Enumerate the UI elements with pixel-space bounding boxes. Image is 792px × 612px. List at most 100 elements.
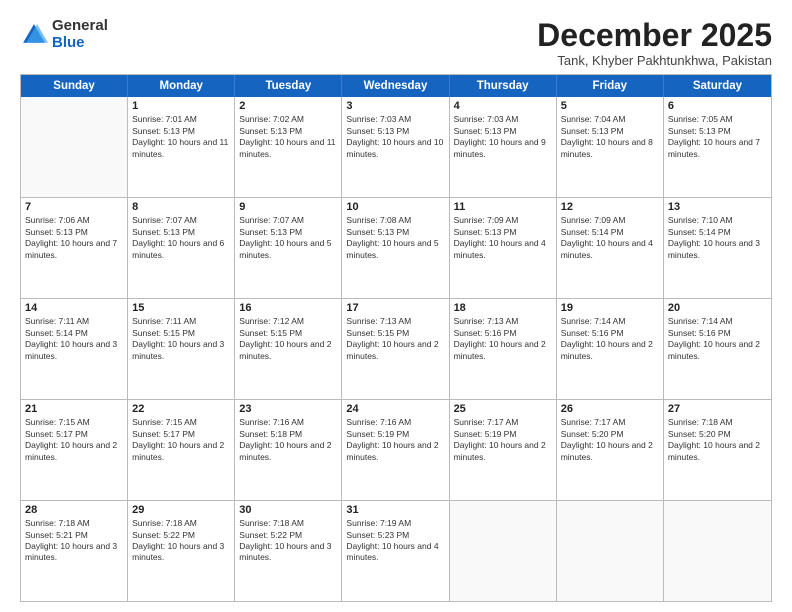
cell-w5-d2: 30Sunrise: 7:18 AMSunset: 5:22 PMDayligh… [235,501,342,601]
cell-w4-d3: 24 Sunrise: 7:16 AMSunset: 5:19 PMDayligh… [342,400,449,500]
sunrise-text: Sunrise: 7:13 AM [346,316,444,327]
sunset-text: Sunset: 5:22 PM [239,530,337,541]
sunset-text: Sunset: 5:13 PM [454,227,552,238]
logo-blue: Blue [52,34,85,51]
day-number: 21 [25,403,123,415]
day-number: 20 [668,302,767,314]
daylight-text: Daylight: 10 hours and 5 minutes. [239,238,337,261]
sunrise-text: Sunrise: 7:15 AM [25,417,123,428]
header-wednesday: Wednesday [342,75,449,97]
daylight-text: Daylight: 10 hours and 2 minutes. [561,440,659,463]
day-number: 22 [132,403,230,415]
daylight-text: Daylight: 10 hours and 4 minutes. [346,541,444,564]
cell-w5-d6 [664,501,771,601]
header: General Blue December 2025 Tank, Khyber … [20,18,772,68]
day-number: 19 [561,302,659,314]
cell-w1-d1: 1Sunrise: 7:01 AMSunset: 5:13 PMDaylight… [128,97,235,197]
sunrise-text: Sunrise: 7:07 AM [239,215,337,226]
logo-general: General [52,17,108,34]
location: Tank, Khyber Pakhtunkhwa, Pakistan [537,53,772,68]
sunrise-text: Sunrise: 7:18 AM [668,417,767,428]
month-title: December 2025 [537,18,772,53]
sunrise-text: Sunrise: 7:06 AM [25,215,123,226]
sunset-text: Sunset: 5:13 PM [454,126,552,137]
cell-w4-d6: 27Sunrise: 7:18 AMSunset: 5:20 PMDayligh… [664,400,771,500]
sunset-text: Sunset: 5:19 PM [346,429,444,440]
sunrise-text: Sunrise: 7:10 AM [668,215,767,226]
cell-w5-d0: 28Sunrise: 7:18 AMSunset: 5:21 PMDayligh… [21,501,128,601]
sunrise-text: Sunrise: 7:07 AM [132,215,230,226]
daylight-text: Daylight: 10 hours and 3 minutes. [132,541,230,564]
daylight-text: Daylight: 10 hours and 3 minutes. [25,339,123,362]
daylight-text: Daylight: 10 hours and 11 minutes. [239,137,337,160]
day-number: 5 [561,100,659,112]
week-row-2: 7Sunrise: 7:06 AMSunset: 5:13 PMDaylight… [21,198,771,299]
daylight-text: Daylight: 10 hours and 2 minutes. [346,440,444,463]
cell-w1-d4: 4Sunrise: 7:03 AMSunset: 5:13 PMDaylight… [450,97,557,197]
sunrise-text: Sunrise: 7:15 AM [132,417,230,428]
cell-w2-d4: 11Sunrise: 7:09 AMSunset: 5:13 PMDayligh… [450,198,557,298]
cell-w2-d6: 13Sunrise: 7:10 AMSunset: 5:14 PMDayligh… [664,198,771,298]
daylight-text: Daylight: 10 hours and 2 minutes. [346,339,444,362]
cell-w3-d2: 16Sunrise: 7:12 AMSunset: 5:15 PMDayligh… [235,299,342,399]
day-number: 9 [239,201,337,213]
sunset-text: Sunset: 5:13 PM [239,227,337,238]
sunrise-text: Sunrise: 7:03 AM [346,114,444,125]
sunrise-text: Sunrise: 7:09 AM [561,215,659,226]
day-number: 17 [346,302,444,314]
sunrise-text: Sunrise: 7:01 AM [132,114,230,125]
day-number: 12 [561,201,659,213]
page: General Blue December 2025 Tank, Khyber … [0,0,792,612]
day-number: 30 [239,504,337,516]
sunset-text: Sunset: 5:18 PM [239,429,337,440]
sunrise-text: Sunrise: 7:03 AM [454,114,552,125]
day-number: 24 [346,403,444,415]
day-number: 23 [239,403,337,415]
header-friday: Friday [557,75,664,97]
sunset-text: Sunset: 5:14 PM [561,227,659,238]
sunset-text: Sunset: 5:22 PM [132,530,230,541]
sunrise-text: Sunrise: 7:19 AM [346,518,444,529]
day-number: 18 [454,302,552,314]
header-monday: Monday [128,75,235,97]
sunset-text: Sunset: 5:13 PM [346,227,444,238]
week-row-5: 28Sunrise: 7:18 AMSunset: 5:21 PMDayligh… [21,501,771,601]
daylight-text: Daylight: 10 hours and 3 minutes. [25,541,123,564]
sunrise-text: Sunrise: 7:16 AM [346,417,444,428]
cell-w4-d0: 21Sunrise: 7:15 AMSunset: 5:17 PMDayligh… [21,400,128,500]
daylight-text: Daylight: 10 hours and 7 minutes. [25,238,123,261]
day-number: 29 [132,504,230,516]
sunset-text: Sunset: 5:15 PM [239,328,337,339]
cell-w3-d0: 14Sunrise: 7:11 AMSunset: 5:14 PMDayligh… [21,299,128,399]
week-row-3: 14Sunrise: 7:11 AMSunset: 5:14 PMDayligh… [21,299,771,400]
cell-w4-d5: 26Sunrise: 7:17 AMSunset: 5:20 PMDayligh… [557,400,664,500]
cell-w2-d3: 10Sunrise: 7:08 AMSunset: 5:13 PMDayligh… [342,198,449,298]
daylight-text: Daylight: 10 hours and 11 minutes. [132,137,230,160]
day-number: 27 [668,403,767,415]
cell-w3-d3: 17Sunrise: 7:13 AMSunset: 5:15 PMDayligh… [342,299,449,399]
day-number: 7 [25,201,123,213]
day-number: 3 [346,100,444,112]
sunset-text: Sunset: 5:13 PM [346,126,444,137]
daylight-text: Daylight: 10 hours and 8 minutes. [561,137,659,160]
sunset-text: Sunset: 5:20 PM [668,429,767,440]
cell-w3-d4: 18Sunrise: 7:13 AMSunset: 5:16 PMDayligh… [450,299,557,399]
sunset-text: Sunset: 5:23 PM [346,530,444,541]
logo-icon [20,21,48,49]
sunset-text: Sunset: 5:13 PM [132,227,230,238]
cell-w2-d5: 12Sunrise: 7:09 AMSunset: 5:14 PMDayligh… [557,198,664,298]
sunset-text: Sunset: 5:14 PM [25,328,123,339]
day-number: 28 [25,504,123,516]
day-number: 25 [454,403,552,415]
cell-w1-d6: 6Sunrise: 7:05 AMSunset: 5:13 PMDaylight… [664,97,771,197]
sunset-text: Sunset: 5:17 PM [132,429,230,440]
sunrise-text: Sunrise: 7:08 AM [346,215,444,226]
sunset-text: Sunset: 5:19 PM [454,429,552,440]
sunset-text: Sunset: 5:17 PM [25,429,123,440]
day-number: 1 [132,100,230,112]
header-tuesday: Tuesday [235,75,342,97]
daylight-text: Daylight: 10 hours and 2 minutes. [239,339,337,362]
cell-w3-d5: 19Sunrise: 7:14 AMSunset: 5:16 PMDayligh… [557,299,664,399]
cell-w1-d5: 5Sunrise: 7:04 AMSunset: 5:13 PMDaylight… [557,97,664,197]
header-saturday: Saturday [664,75,771,97]
